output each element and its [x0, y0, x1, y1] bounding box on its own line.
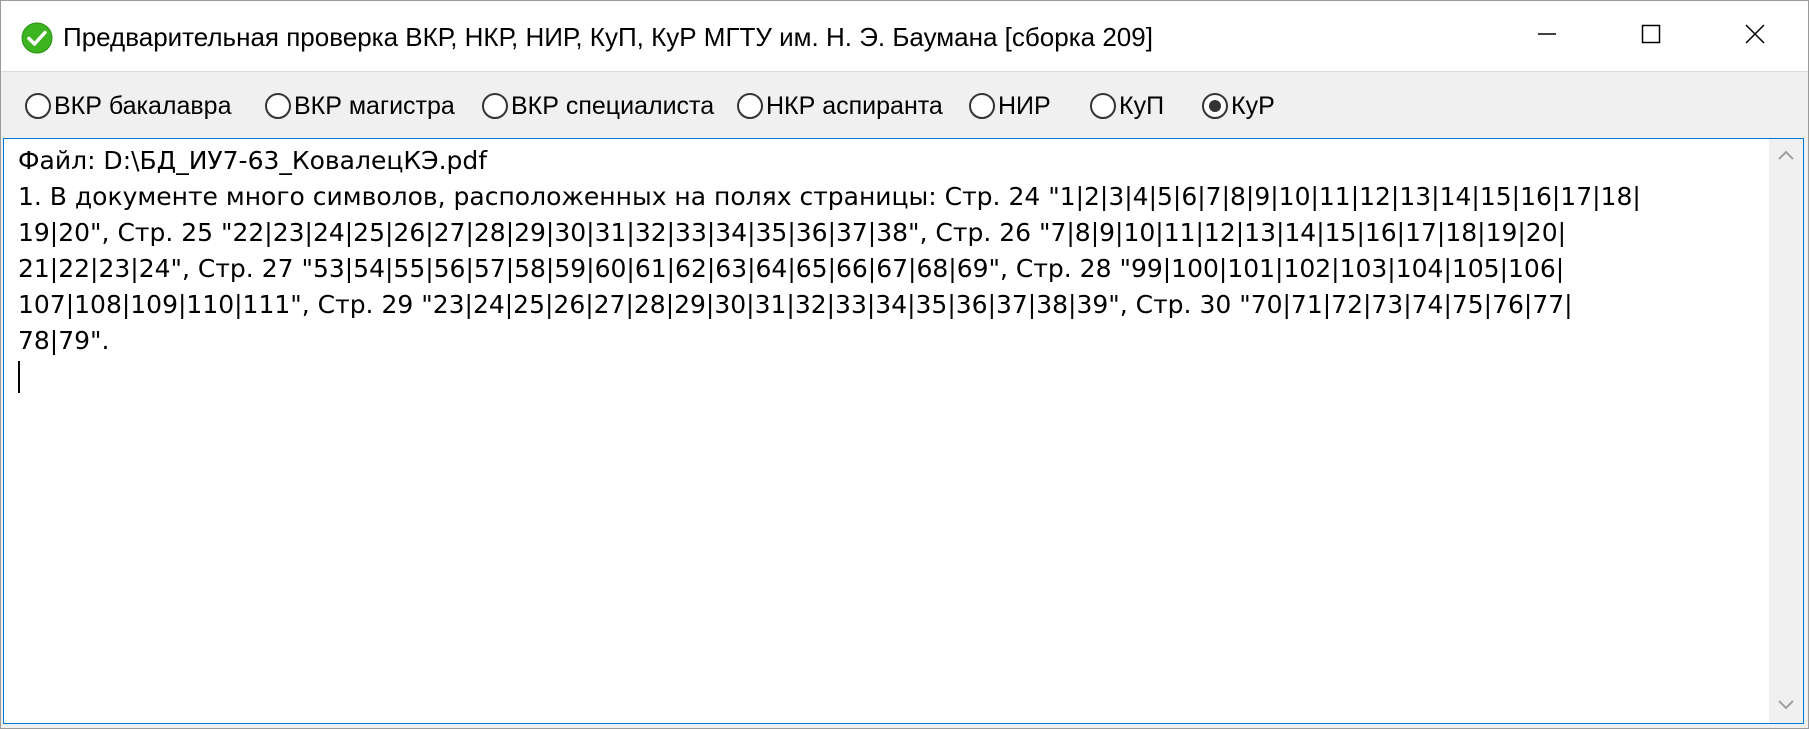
maximize-button[interactable]	[1599, 1, 1703, 71]
radio-nkr-postgraduate[interactable]: НКР аспиранта	[737, 90, 943, 122]
maximize-icon	[1641, 24, 1661, 49]
close-button[interactable]	[1703, 1, 1807, 71]
result-line: 21|22|23|24", Стр. 27 "53|54|55|56|57|58…	[18, 254, 1565, 283]
result-line: 78|79".	[18, 326, 110, 355]
chevron-up-icon	[1778, 147, 1794, 165]
vertical-scrollbar[interactable]	[1769, 139, 1803, 723]
radio-circle-icon	[969, 93, 995, 119]
result-line: 19|20", Стр. 25 "22|23|24|25|26|27|28|29…	[18, 218, 1567, 247]
radio-label: ВКР бакалавра	[54, 91, 232, 120]
radio-circle-icon	[265, 93, 291, 119]
file-path-line: Файл: D:\БД_ИУ7-63_КовалецКЭ.pdf	[18, 146, 488, 175]
window-title: Предварительная проверка ВКР, НКР, НИР, …	[63, 22, 1153, 52]
radio-label: ВКР специалиста	[511, 91, 715, 120]
result-line: 107|108|109|110|111", Стр. 29 "23|24|25|…	[18, 290, 1573, 319]
scroll-down-button[interactable]	[1769, 689, 1803, 723]
caret-line	[18, 359, 1758, 395]
work-type-radio-group: ВКР бакалавра ВКР магистра ВКР специалис…	[1, 71, 1808, 138]
result-line: 1. В документе много символов, расположе…	[18, 182, 1641, 211]
radio-nir[interactable]: НИР	[969, 90, 1051, 122]
scroll-up-button[interactable]	[1769, 139, 1803, 173]
radio-circle-icon	[482, 93, 508, 119]
results-text-area[interactable]: Файл: D:\БД_ИУ7-63_КовалецКЭ.pdf 1. В до…	[3, 138, 1804, 724]
results-text: Файл: D:\БД_ИУ7-63_КовалецКЭ.pdf 1. В до…	[18, 143, 1758, 395]
radio-label: ВКР магистра	[294, 91, 455, 120]
chevron-down-icon	[1778, 697, 1794, 715]
text-caret	[18, 361, 20, 393]
radio-vkr-master[interactable]: ВКР магистра	[265, 90, 455, 122]
title-bar[interactable]: Предварительная проверка ВКР, НКР, НИР, …	[1, 1, 1808, 71]
green-check-icon	[21, 22, 53, 54]
close-icon	[1745, 23, 1765, 49]
radio-label: НИР	[998, 91, 1051, 120]
radio-vkr-bachelor[interactable]: ВКР бакалавра	[25, 90, 231, 122]
radio-label: НКР аспиранта	[766, 91, 943, 120]
minimize-icon	[1537, 24, 1557, 49]
radio-label: КуР	[1231, 91, 1275, 120]
radio-circle-icon	[737, 93, 763, 119]
radio-label: КуП	[1119, 91, 1165, 120]
radio-vkr-specialist[interactable]: ВКР специалиста	[482, 90, 714, 122]
radio-dot-icon	[1209, 100, 1221, 112]
radio-circle-icon	[1090, 93, 1116, 119]
minimize-button[interactable]	[1495, 1, 1599, 71]
radio-kur[interactable]: КуР	[1202, 90, 1275, 122]
radio-circle-icon	[25, 93, 51, 119]
app-window: Предварительная проверка ВКР, НКР, НИР, …	[0, 0, 1809, 729]
radio-circle-selected-icon	[1202, 93, 1228, 119]
radio-kup[interactable]: КуП	[1090, 90, 1164, 122]
